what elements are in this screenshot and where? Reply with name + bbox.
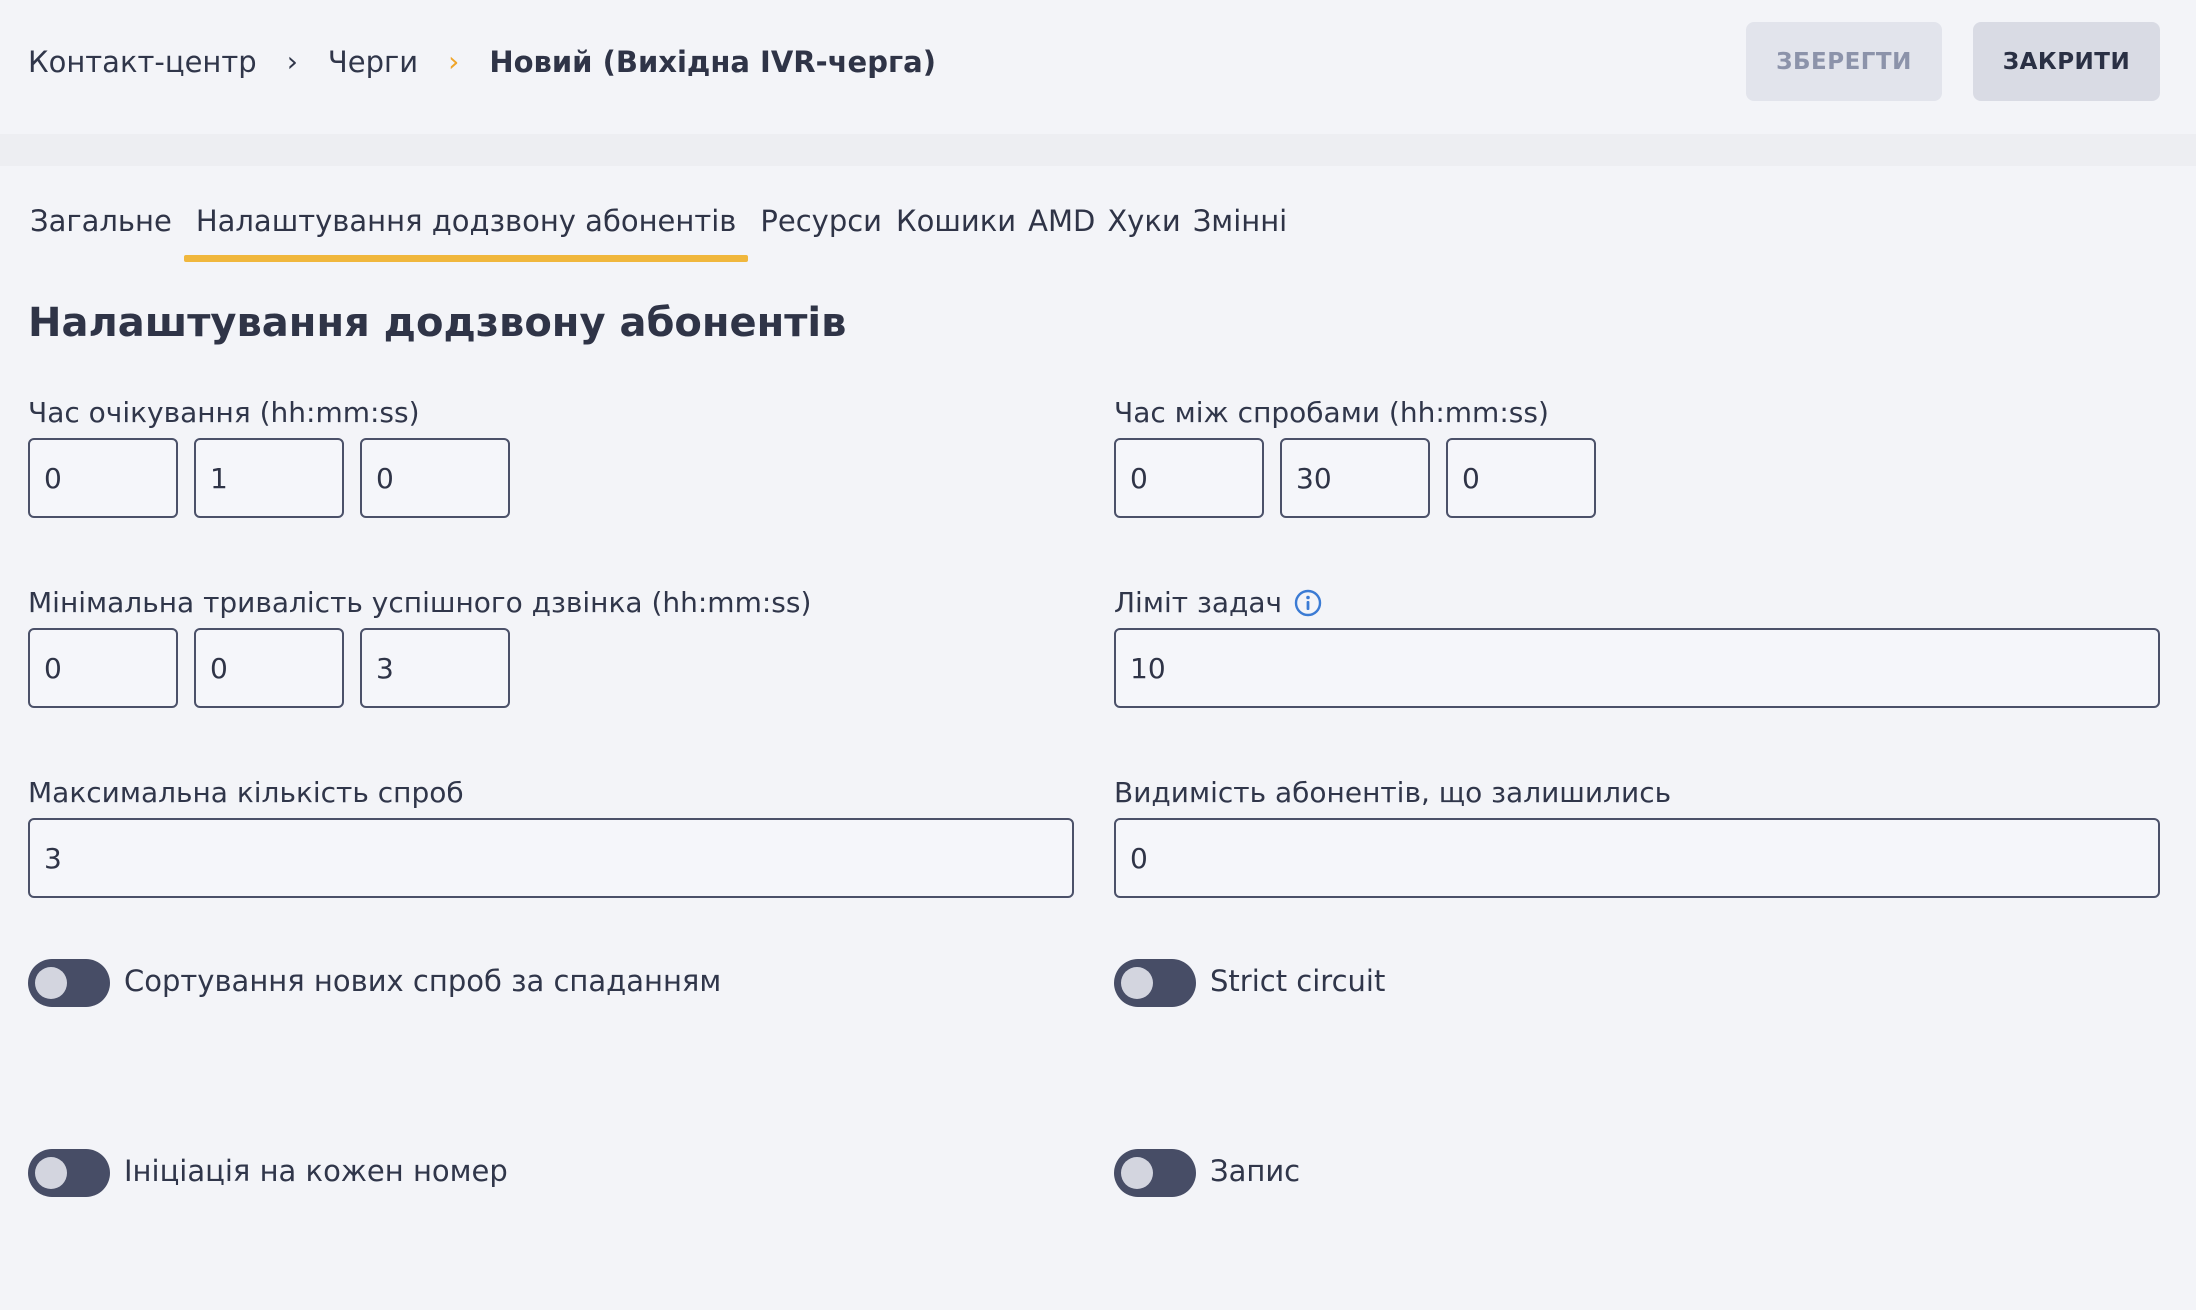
retry-interval-label: Час між спробами (hh:mm:ss) xyxy=(1114,396,1549,429)
retry-interval-minutes-input[interactable] xyxy=(1280,438,1430,518)
record-toggle[interactable] xyxy=(1114,1149,1196,1197)
task-limit-label: Ліміт задач xyxy=(1114,586,1283,619)
chevron-right-icon: › xyxy=(286,45,298,78)
header-divider xyxy=(0,134,2196,166)
min-duration-seconds-input[interactable] xyxy=(360,628,510,708)
wait-time-label: Час очікування (hh:mm:ss) xyxy=(28,396,420,429)
breadcrumb-contact-center[interactable]: Контакт-центр xyxy=(28,45,257,79)
wait-time-minutes-input[interactable] xyxy=(194,438,344,518)
save-button[interactable]: ЗБЕРЕГТИ xyxy=(1746,22,1942,101)
remaining-visibility-input[interactable] xyxy=(1114,818,2160,898)
per-number-init-label: Ініціація на кожен номер xyxy=(124,1154,508,1188)
close-button[interactable]: ЗАКРИТИ xyxy=(1973,22,2160,101)
min-duration-minutes-input[interactable] xyxy=(194,628,344,708)
wait-time-hours-input[interactable] xyxy=(28,438,178,518)
max-attempts-input[interactable] xyxy=(28,818,1074,898)
tab-bar: Загальне Налаштування додзвону абонентів… xyxy=(18,196,1299,262)
page-header: Контакт-центр › Черги › Новий (Вихідна I… xyxy=(0,0,2196,134)
breadcrumb-current: Новий (Вихідна IVR-черга) xyxy=(489,45,936,79)
info-icon[interactable] xyxy=(1294,589,1322,617)
strict-circuit-label: Strict circuit xyxy=(1210,964,1386,998)
section-title: Налаштування додзвону абонентів xyxy=(28,300,847,346)
toggle-knob xyxy=(35,967,67,999)
max-attempts-label: Максимальна кількість спроб xyxy=(28,776,464,809)
toggle-knob xyxy=(35,1157,67,1189)
min-call-duration-label: Мінімальна тривалість успішного дзвінка … xyxy=(28,586,812,619)
per-number-init-toggle[interactable] xyxy=(28,1149,110,1197)
remaining-visibility-label: Видимість абонентів, що залишились xyxy=(1114,776,1672,809)
min-duration-hours-input[interactable] xyxy=(28,628,178,708)
tab-resources[interactable]: Ресурси xyxy=(748,196,894,262)
tab-buckets[interactable]: Кошики xyxy=(894,196,1022,262)
tab-variables[interactable]: Змінні xyxy=(1187,196,1300,262)
chevron-right-icon: › xyxy=(448,45,460,78)
retry-interval-hours-input[interactable] xyxy=(1114,438,1264,518)
sort-desc-toggle[interactable] xyxy=(28,959,110,1007)
tab-hooks[interactable]: Хуки xyxy=(1101,196,1186,262)
tab-general[interactable]: Загальне xyxy=(18,196,184,262)
sort-desc-label: Сортування нових спроб за спаданням xyxy=(124,964,722,998)
tab-amd[interactable]: AMD xyxy=(1022,196,1101,262)
breadcrumb: Контакт-центр › Черги › Новий (Вихідна I… xyxy=(28,42,936,82)
toggle-knob xyxy=(1121,1157,1153,1189)
breadcrumb-queues[interactable]: Черги xyxy=(328,45,418,79)
retry-interval-seconds-input[interactable] xyxy=(1446,438,1596,518)
toggle-knob xyxy=(1121,967,1153,999)
task-limit-input[interactable] xyxy=(1114,628,2160,708)
record-label: Запис xyxy=(1210,1154,1301,1188)
strict-circuit-toggle[interactable] xyxy=(1114,959,1196,1007)
tab-dialing-settings[interactable]: Налаштування додзвону абонентів xyxy=(183,196,749,262)
task-limit-label-row: Ліміт задач xyxy=(1114,586,1322,619)
wait-time-seconds-input[interactable] xyxy=(360,438,510,518)
